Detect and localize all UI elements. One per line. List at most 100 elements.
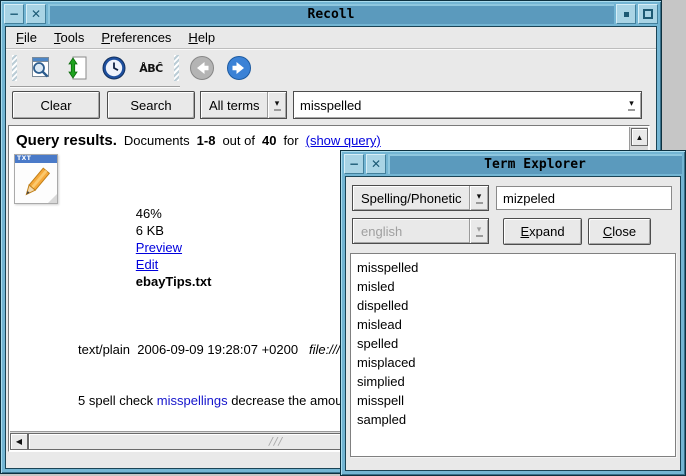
maximize-icon [643,9,653,19]
close-dialog-button[interactable]: Close [588,218,651,245]
minimize-icon [624,12,629,17]
term-explorer-window: − ✕ Term Explorer Spelling/Phonetic ▾ en… [340,150,686,476]
search-label: Search [130,98,171,113]
close-button[interactable]: ✕ [26,4,46,24]
term-list-item[interactable]: misled [357,277,675,296]
term-list-item[interactable]: misplaced [357,353,675,372]
expand-label: Expand [520,224,564,239]
history-clock-icon[interactable] [100,54,128,82]
chevron-down-icon: ▾ [275,99,280,107]
preview-link[interactable]: Preview [136,240,182,255]
spell-term-explorer-icon[interactable]: ÅBĈ [137,54,165,82]
window-menu-button[interactable]: − [344,154,364,174]
toolbar-handle[interactable] [12,55,17,81]
text-segment: file:/// [309,342,340,357]
text-segment: 5 spell check [78,393,157,408]
combo-dash-icon [476,202,483,204]
show-query-link[interactable]: (show query) [306,133,381,148]
page-fold [48,194,57,203]
text-file-icon: TXT [14,154,58,204]
language-combobox[interactable]: english ▾ [352,218,489,244]
expand-button[interactable]: Expand [503,218,582,245]
combo-dash-icon [274,109,281,111]
clear-label: Clear [40,98,71,113]
maximize-button[interactable] [638,4,658,24]
toolbar: ÅBĈ [6,50,656,86]
window-menu-button[interactable]: − [4,4,24,24]
text-segment: decrease the amou [228,393,343,408]
window-title: Term Explorer [388,154,682,174]
text-segment: 2006-09-09 19:28:07 +0200 [137,342,309,357]
text-segment: text/plain [78,342,137,357]
query-combobox[interactable]: misspelled ▾ [293,91,642,119]
menu-help[interactable]: Help [188,30,215,45]
update-index-icon[interactable] [63,54,91,82]
minimize-button[interactable] [616,4,636,24]
edit-link[interactable]: Edit [136,257,158,272]
menu-label: P [101,30,110,45]
search-mode-combobox[interactable]: All terms ▾ [200,91,287,119]
results-range: 1-8 [197,133,216,148]
chevron-down-icon: ▾ [629,99,634,107]
up-arrow-icon: ▲ [636,133,644,142]
recoll-titlebar: − ✕ Recoll [4,4,658,24]
abc-glyph: ÅBĈ [139,62,162,75]
term-list-item[interactable]: spelled [357,334,675,353]
close-icon: ✕ [371,157,381,171]
menu-file[interactable]: File [16,30,37,45]
term-list-item[interactable]: misspell [357,391,675,410]
result-meta-line: text/plain 2006-09-09 19:28:07 +0200 fil… [78,341,348,358]
term-list-item[interactable]: simplied [357,372,675,391]
combo-dropdown-button[interactable]: ▾ [469,219,488,243]
file-size: 6 KB [136,223,164,238]
expansion-type-combobox[interactable]: Spelling/Phonetic ▾ [352,185,489,211]
results-count-text: out of [222,133,255,148]
toolbar-handle[interactable] [174,55,179,81]
language-value: english [353,224,402,239]
combo-dropdown-button[interactable]: ▾ [622,92,641,118]
thumb-grip-icon: /// [269,435,283,448]
chevron-down-icon: ▾ [477,225,482,233]
menu-label: elp [198,30,215,45]
term-explorer-client-area: Spelling/Phonetic ▾ english ▾ Expand Clo… [345,176,681,471]
results-count-text: for [283,133,298,148]
close-icon: ✕ [31,7,41,21]
clear-button[interactable]: Clear [12,91,100,119]
combo-dropdown-button[interactable]: ▾ [267,92,286,118]
menu-label: references [110,30,171,45]
query-value: misspelled [294,98,361,113]
result-filename: ebayTips.txt [136,274,212,289]
menu-label: F [16,30,24,45]
menu-label: H [188,30,197,45]
menu-tools[interactable]: Tools [54,30,84,45]
term-list-item[interactable]: dispelled [357,296,675,315]
toolbar-separator [10,86,180,87]
scroll-left-button[interactable]: ◀ [10,433,28,450]
forward-arrow-icon[interactable] [225,54,253,82]
left-arrow-icon: ◀ [16,437,22,446]
close-label: Close [603,224,636,239]
window-title: Recoll [48,4,614,24]
term-list-item[interactable]: misspelled [357,258,675,277]
file-icon-label: TXT [15,155,57,163]
term-list-item[interactable]: mislead [357,315,675,334]
term-list-item[interactable]: sampled [357,410,675,429]
result-title-line: 46% 6 KB Preview Edit ebayTips.txt [78,188,348,307]
scroll-up-button[interactable]: ▲ [631,128,648,146]
menu-label: ile [24,30,37,45]
results-total: 40 [262,133,276,148]
dash-icon: − [9,7,19,21]
close-button[interactable]: ✕ [366,154,386,174]
file-icon-wrap: TXT [14,154,64,430]
results-header: Query results. Documents 1-8 out of 40 f… [10,127,628,149]
search-document-icon[interactable] [26,54,54,82]
desktop: − ✕ Recoll File Tools Preferences Help [0,0,686,476]
menu-preferences[interactable]: Preferences [101,30,171,45]
chevron-down-icon: ▾ [477,192,482,200]
results-count-text: Documents [124,133,190,148]
back-arrow-icon[interactable] [188,54,216,82]
search-button[interactable]: Search [107,91,195,119]
combo-dropdown-button[interactable]: ▾ [469,186,488,210]
term-results-listbox[interactable]: misspelledmisleddispelledmisleadspelledm… [350,253,676,457]
term-input[interactable] [496,186,672,210]
